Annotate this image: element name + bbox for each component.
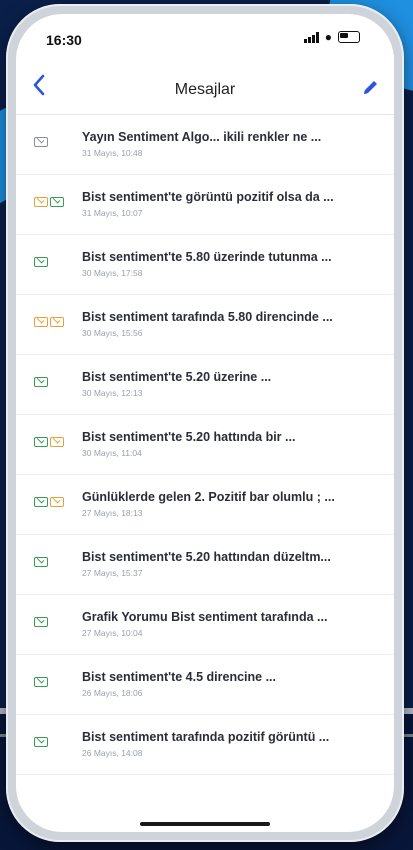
message-status-icons <box>34 437 70 451</box>
message-row[interactable]: Bist sentiment'te 5.20 hattından düzeltm… <box>16 535 394 595</box>
message-status-icons <box>34 137 70 151</box>
envelope-icon <box>34 317 48 327</box>
message-title: Bist sentiment'te 5.20 üzerine ... <box>82 370 272 384</box>
status-time: 16:30 <box>46 32 82 48</box>
message-title: Yayın Sentiment Algo... ikili renkler ne… <box>82 130 322 144</box>
status-bar: 16:30 ● <box>16 14 394 58</box>
message-status-icons <box>34 677 70 691</box>
message-time: 27 Mayıs, 18:13 <box>82 508 143 518</box>
message-row[interactable]: Bist sentiment tarafında 5.80 direncinde… <box>16 295 394 355</box>
message-list: Yayın Sentiment Algo... ikili renkler ne… <box>16 115 394 775</box>
envelope-icon <box>34 137 48 147</box>
envelope-icon <box>34 197 48 207</box>
message-time: 31 Mayıs, 10:07 <box>82 208 143 218</box>
battery-icon <box>338 31 360 43</box>
message-status-icons <box>34 377 70 391</box>
nav-bar: Mesajlar <box>16 64 394 115</box>
edit-button[interactable] <box>360 78 380 98</box>
message-title: Bist sentiment'te 5.20 hattından düzeltm… <box>82 550 331 564</box>
message-status-icons <box>34 737 70 751</box>
envelope-icon <box>34 437 48 447</box>
envelope-icon <box>34 257 48 267</box>
pencil-icon <box>364 81 377 94</box>
message-time: 30 Mayıs, 17:58 <box>82 268 143 278</box>
envelope-icon <box>34 557 48 567</box>
message-title: Bist sentiment'te görüntü pozitif olsa d… <box>82 190 334 204</box>
message-row[interactable]: Bist sentiment'te 5.20 hattında bir ... 3… <box>16 415 394 475</box>
message-row[interactable]: Bist sentiment tarafında pozitif görüntü… <box>16 715 394 775</box>
envelope-icon <box>34 497 48 507</box>
message-status-icons <box>34 497 70 511</box>
message-time: 30 Mayıs, 11:04 <box>82 448 142 458</box>
phone-screen: 16:30 ● Mesajlar Yayın Sentiment Algo...… <box>16 14 394 832</box>
message-row[interactable]: Grafik Yorumu Bist sentiment tarafında .… <box>16 595 394 655</box>
envelope-icon <box>34 677 48 687</box>
envelope-icon <box>50 497 64 507</box>
message-status-icons <box>34 257 70 271</box>
message-time: 30 Mayıs, 15:56 <box>82 328 143 338</box>
message-row[interactable]: Bist sentiment'te 4.5 direncine ... 26 Ma… <box>16 655 394 715</box>
status-icons: ● <box>303 30 360 44</box>
message-time: 27 Mayıs, 10:04 <box>82 628 143 638</box>
message-status-icons <box>34 317 70 331</box>
envelope-icon <box>50 197 64 207</box>
envelope-icon <box>50 437 64 447</box>
message-row[interactable]: Günlüklerde gelen 2. Pozitif bar olumlu … <box>16 475 394 535</box>
message-status-icons <box>34 617 70 631</box>
message-title: Bist sentiment'te 4.5 direncine ... <box>82 670 277 684</box>
envelope-icon <box>50 317 64 327</box>
message-row[interactable]: Bist sentiment'te görüntü pozitif olsa d… <box>16 175 394 235</box>
message-status-icons <box>34 197 70 211</box>
message-time: 27 Mayıs, 15:37 <box>82 568 143 578</box>
message-title: Bist sentiment'te 5.80 üzerinde tutunma … <box>82 250 332 264</box>
message-title: Bist sentiment tarafında 5.80 direncinde… <box>82 310 333 324</box>
message-title: Bist sentiment'te 5.20 hattında bir ... <box>82 430 296 444</box>
signal-icon <box>303 31 319 43</box>
message-row[interactable]: Yayın Sentiment Algo... ikili renkler ne… <box>16 115 394 175</box>
message-time: 26 Mayıs, 14:08 <box>82 748 143 758</box>
message-time: 31 Mayıs, 10:48 <box>82 148 143 158</box>
message-time: 26 Mayıs, 18:06 <box>82 688 143 698</box>
envelope-icon <box>34 617 48 627</box>
message-title: Grafik Yorumu Bist sentiment tarafında .… <box>82 610 328 624</box>
message-title: Günlüklerde gelen 2. Pozitif bar olumlu … <box>82 490 335 504</box>
message-row[interactable]: Bist sentiment'te 5.20 üzerine ... 30 May… <box>16 355 394 415</box>
message-time: 30 Mayıs, 12:13 <box>82 388 143 398</box>
message-status-icons <box>34 557 70 571</box>
home-indicator[interactable] <box>140 822 270 826</box>
message-row[interactable]: Bist sentiment'te 5.80 üzerinde tutunma … <box>16 235 394 295</box>
wifi-icon: ● <box>324 30 332 44</box>
envelope-icon <box>34 377 48 387</box>
phone-frame: 16:30 ● Mesajlar Yayın Sentiment Algo...… <box>6 4 404 842</box>
message-title: Bist sentiment tarafında pozitif görüntü… <box>82 730 330 744</box>
envelope-icon <box>34 737 48 747</box>
page-title: Mesajlar <box>174 81 236 98</box>
